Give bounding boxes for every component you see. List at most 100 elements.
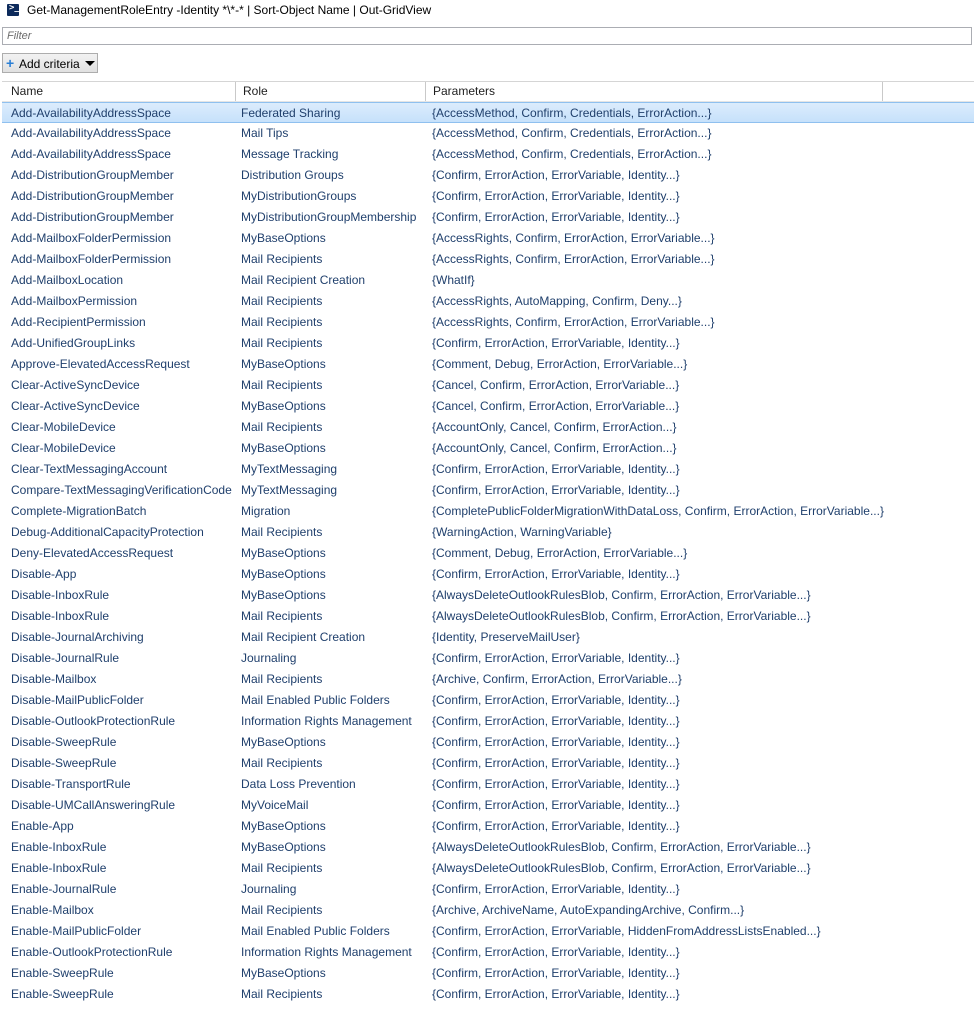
table-row[interactable]: Clear-ActiveSyncDevice Mail Recipients {Ca… — [2, 375, 974, 396]
cell-parameters: {Confirm, ErrorAction, ErrorVariable, Id… — [432, 462, 680, 476]
cell-role: Data Loss Prevention — [241, 777, 356, 791]
column-resize-handle[interactable] — [882, 82, 883, 101]
cell-role: Information Rights Management — [241, 945, 412, 959]
table-row[interactable]: Enable-SweepRule MyBaseOptions {Confirm, E… — [2, 963, 974, 984]
table-row[interactable]: Compare-TextMessagingVerificationCode MyT… — [2, 480, 974, 501]
cell-name: Enable-InboxRule — [11, 861, 107, 875]
cell-role: MyBaseOptions — [241, 588, 326, 602]
add-criteria-label: Add criteria — [19, 57, 80, 71]
cell-parameters: {Confirm, ErrorAction, ErrorVariable, Id… — [432, 651, 680, 665]
cell-name: Clear-ActiveSyncDevice — [11, 378, 140, 392]
table-row[interactable]: Clear-ActiveSyncDevice MyBaseOptions {Canc… — [2, 396, 974, 417]
cell-parameters: {Confirm, ErrorAction, ErrorVariable, Id… — [432, 210, 680, 224]
table-row[interactable]: Add-MailboxFolderPermission Mail Recipien… — [2, 249, 974, 270]
table-row[interactable]: Clear-MobileDevice Mail Recipients {Accoun… — [2, 417, 974, 438]
table-row[interactable]: Disable-InboxRule MyBaseOptions {AlwaysDel… — [2, 585, 974, 606]
cell-name: Disable-JournalArchiving — [11, 630, 144, 644]
column-resize-handle[interactable] — [235, 82, 236, 101]
cell-role: Journaling — [241, 882, 297, 896]
cell-name: Enable-OutlookProtectionRule — [11, 945, 173, 959]
cell-name: Add-RecipientPermission — [11, 315, 146, 329]
table-row[interactable]: Enable-App MyBaseOptions {Confirm, ErrorAc… — [2, 816, 974, 837]
cell-parameters: {Confirm, ErrorAction, ErrorVariable, Id… — [432, 168, 680, 182]
results-grid: Name Role Parameters Add-AvailabilityAdd… — [2, 81, 974, 1009]
cell-parameters: {AccessMethod, Confirm, Credentials, Err… — [432, 147, 712, 161]
filter-box[interactable] — [2, 27, 972, 45]
table-row[interactable]: Disable-UMCallAnsweringRule MyVoiceMail {C… — [2, 795, 974, 816]
table-row[interactable]: Enable-JournalRule Journaling {Confirm, Er… — [2, 879, 974, 900]
cell-role: MyVoiceMail — [241, 798, 309, 812]
table-row[interactable]: Enable-SweepRule Mail Recipients {Confirm,… — [2, 984, 974, 1005]
cell-name: Clear-MobileDevice — [11, 441, 116, 455]
cell-parameters: {Confirm, ErrorAction, ErrorVariable, Id… — [432, 882, 680, 896]
cell-name: Add-DistributionGroupMember — [11, 189, 174, 203]
table-row[interactable]: Enable-Mailbox Mail Recipients {Archive, A… — [2, 900, 974, 921]
cell-parameters: {AccessRights, Confirm, ErrorAction, Err… — [432, 252, 715, 266]
cell-name: Enable-App — [11, 819, 74, 833]
table-row[interactable]: Disable-OutlookProtectionRule Information… — [2, 711, 974, 732]
table-row[interactable]: Disable-SweepRule MyBaseOptions {Confirm, … — [2, 732, 974, 753]
cell-name: Disable-MailPublicFolder — [11, 693, 144, 707]
cell-name: Enable-JournalRule — [11, 882, 117, 896]
table-row[interactable]: Disable-Mailbox Mail Recipients {Archive, … — [2, 669, 974, 690]
filter-input[interactable] — [3, 29, 971, 43]
table-row[interactable]: Debug-AdditionalCapacityProtection Mail R… — [2, 522, 974, 543]
table-row[interactable]: Add-UnifiedGroupLinks Mail Recipients {Con… — [2, 333, 974, 354]
table-row[interactable]: Disable-JournalArchiving Mail Recipient C… — [2, 627, 974, 648]
table-row[interactable]: Enable-OutlookProtectionRule Information … — [2, 942, 974, 963]
table-row[interactable]: Add-AvailabilityAddressSpace Message Trac… — [2, 144, 974, 165]
cell-parameters: {AccessRights, Confirm, ErrorAction, Err… — [432, 315, 715, 329]
table-row[interactable]: Add-AvailabilityAddressSpace Mail Tips {Ac… — [2, 123, 974, 144]
cell-parameters: {AlwaysDeleteOutlookRulesBlob, Confirm, … — [432, 840, 811, 854]
table-row[interactable]: Approve-ElevatedAccessRequest MyBaseOptio… — [2, 354, 974, 375]
table-row[interactable]: Clear-MobileDevice MyBaseOptions {AccountO… — [2, 438, 974, 459]
table-row[interactable]: Add-MailboxLocation Mail Recipient Creati… — [2, 270, 974, 291]
cell-parameters: {Cancel, Confirm, ErrorAction, ErrorVari… — [432, 378, 680, 392]
cell-parameters: {Confirm, ErrorAction, ErrorVariable, Id… — [432, 987, 680, 1001]
cell-name: Enable-Mailbox — [11, 903, 94, 917]
cell-name: Add-MailboxLocation — [11, 273, 124, 287]
cell-role: MyBaseOptions — [241, 231, 326, 245]
cell-parameters: {Confirm, ErrorAction, ErrorVariable, Id… — [432, 189, 680, 203]
table-row[interactable]: Add-DistributionGroupMember MyDistributio… — [2, 207, 974, 228]
table-row[interactable]: Complete-MigrationBatch Migration {Complet… — [2, 501, 974, 522]
table-row[interactable]: Disable-TransportRule Data Loss Preventio… — [2, 774, 974, 795]
table-row[interactable]: Clear-TextMessagingAccount MyTextMessagin… — [2, 459, 974, 480]
table-row[interactable]: Enable-InboxRule Mail Recipients {AlwaysDe… — [2, 858, 974, 879]
table-row[interactable]: Enable-MailPublicFolder Mail Enabled Publ… — [2, 921, 974, 942]
table-row[interactable]: Disable-JournalRule Journaling {Confirm, E… — [2, 648, 974, 669]
cell-role: Mail Recipients — [241, 609, 323, 623]
column-header-name[interactable]: Name — [11, 84, 43, 98]
column-resize-handle[interactable] — [425, 82, 426, 101]
cell-name: Disable-SweepRule — [11, 756, 117, 770]
table-row[interactable]: Add-MailboxPermission Mail Recipients {Acc… — [2, 291, 974, 312]
cell-parameters: {AlwaysDeleteOutlookRulesBlob, Confirm, … — [432, 609, 811, 623]
cell-role: Mail Recipients — [241, 672, 323, 686]
table-row[interactable]: Add-MailboxFolderPermission MyBaseOptions… — [2, 228, 974, 249]
add-criteria-button[interactable]: + Add criteria — [2, 53, 98, 73]
table-row[interactable]: Disable-App MyBaseOptions {Confirm, ErrorA… — [2, 564, 974, 585]
table-row[interactable]: Disable-InboxRule Mail Recipients {AlwaysD… — [2, 606, 974, 627]
table-row[interactable]: Disable-SweepRule Mail Recipients {Confirm… — [2, 753, 974, 774]
table-row[interactable]: Add-RecipientPermission Mail Recipients {A… — [2, 312, 974, 333]
cell-parameters: {Comment, Debug, ErrorAction, ErrorVaria… — [432, 546, 688, 560]
cell-role: Mail Recipients — [241, 378, 323, 392]
cell-role: Mail Recipients — [241, 525, 323, 539]
cell-parameters: {Confirm, ErrorAction, ErrorVariable, Id… — [432, 756, 680, 770]
cell-parameters: {AccessMethod, Confirm, Credentials, Err… — [432, 126, 712, 140]
cell-role: MyBaseOptions — [241, 840, 326, 854]
table-row[interactable]: Enable-InboxRule MyBaseOptions {AlwaysDele… — [2, 837, 974, 858]
title-bar: >_ Get-ManagementRoleEntry -Identity *\*… — [0, 0, 974, 22]
table-row[interactable]: Add-DistributionGroupMember MyDistributio… — [2, 186, 974, 207]
cell-name: Disable-TransportRule — [11, 777, 131, 791]
table-row[interactable]: Add-DistributionGroupMember Distribution … — [2, 165, 974, 186]
column-header-role[interactable]: Role — [243, 84, 268, 98]
table-row[interactable]: Add-AvailabilityAddressSpace Federated Sh… — [2, 102, 974, 123]
powershell-icon: >_ — [7, 3, 20, 16]
cell-name: Enable-InboxRule — [11, 840, 107, 854]
table-row[interactable]: Disable-MailPublicFolder Mail Enabled Pub… — [2, 690, 974, 711]
cell-name: Add-DistributionGroupMember — [11, 168, 174, 182]
column-header-parameters[interactable]: Parameters — [433, 84, 495, 98]
cell-role: Mail Recipients — [241, 420, 323, 434]
table-row[interactable]: Deny-ElevatedAccessRequest MyBaseOptions {… — [2, 543, 974, 564]
